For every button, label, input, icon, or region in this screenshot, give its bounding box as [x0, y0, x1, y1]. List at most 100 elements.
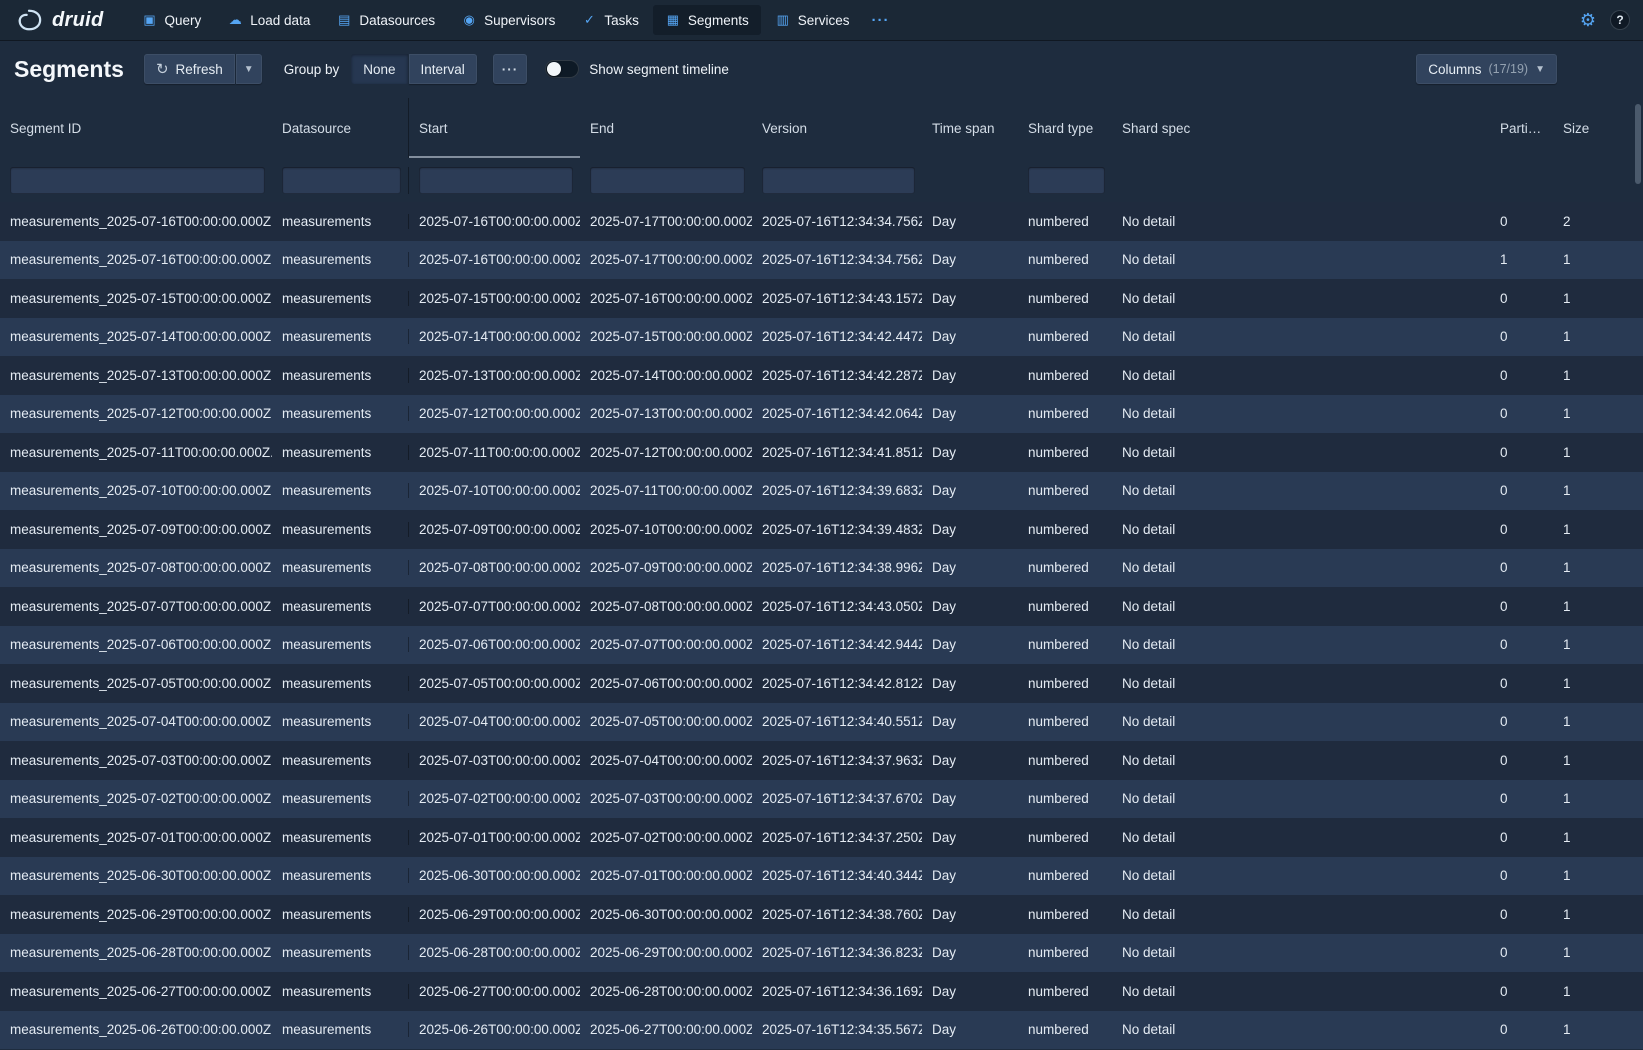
- nav-item-segments[interactable]: ▦ Segments: [653, 5, 761, 35]
- version-filter-input[interactable]: [762, 167, 915, 194]
- cell-time_span: Day: [922, 406, 1018, 421]
- shard_type-filter-input[interactable]: [1028, 167, 1105, 194]
- cell-time_span: Day: [922, 291, 1018, 306]
- column-header-size[interactable]: Size: [1553, 98, 1643, 158]
- table-row[interactable]: measurements_2025-07-04T00:00:00.000Z...…: [0, 703, 1643, 742]
- segments-table: Segment IDDatasourceStartEndVersionTime …: [0, 98, 1643, 1049]
- filter-cell-shard_type: [1018, 167, 1112, 194]
- cell-start: 2025-07-04T00:00:00.000Z: [408, 714, 580, 729]
- cell-start: 2025-06-29T00:00:00.000Z: [408, 907, 580, 922]
- table-row[interactable]: measurements_2025-06-28T00:00:00.000Z...…: [0, 934, 1643, 973]
- cell-time_span: Day: [922, 1022, 1018, 1037]
- cell-version: 2025-07-16T12:34:42.064Z: [752, 406, 922, 421]
- cell-shard_type: numbered: [1018, 329, 1112, 344]
- table-row[interactable]: measurements_2025-07-16T00:00:00.000Z...…: [0, 202, 1643, 241]
- table-row[interactable]: measurements_2025-07-02T00:00:00.000Z...…: [0, 780, 1643, 819]
- cell-segment_id: measurements_2025-07-15T00:00:00.000Z...: [0, 291, 272, 306]
- cell-shard_spec: No detail: [1112, 714, 1490, 729]
- segment-timeline-toggle[interactable]: [545, 60, 579, 78]
- settings-gear-icon[interactable]: ⚙: [1580, 11, 1596, 29]
- cell-partition: 0: [1490, 945, 1553, 960]
- group-by-none-button[interactable]: None: [351, 54, 407, 84]
- table-row[interactable]: measurements_2025-07-13T00:00:00.000Z...…: [0, 356, 1643, 395]
- table-row[interactable]: measurements_2025-06-27T00:00:00.000Z...…: [0, 972, 1643, 1011]
- cell-shard_spec: No detail: [1112, 368, 1490, 383]
- table-row[interactable]: measurements_2025-06-30T00:00:00.000Z...…: [0, 857, 1643, 896]
- column-header-time_span[interactable]: Time span: [922, 98, 1018, 158]
- column-header-end[interactable]: End: [580, 98, 752, 158]
- column-header-start[interactable]: Start: [408, 98, 580, 158]
- table-row[interactable]: measurements_2025-07-14T00:00:00.000Z...…: [0, 318, 1643, 357]
- refresh-dropdown-button[interactable]: ▼: [236, 54, 262, 84]
- table-row[interactable]: measurements_2025-07-07T00:00:00.000Z...…: [0, 587, 1643, 626]
- table-row[interactable]: measurements_2025-07-15T00:00:00.000Z...…: [0, 279, 1643, 318]
- datasource-filter-input[interactable]: [282, 167, 401, 194]
- column-header-segment_id[interactable]: Segment ID: [0, 98, 272, 158]
- cell-datasource: measurements: [272, 714, 408, 729]
- cell-version: 2025-07-16T12:34:42.812Z: [752, 676, 922, 691]
- vertical-scrollbar-thumb[interactable]: [1635, 104, 1641, 184]
- help-icon[interactable]: ?: [1611, 11, 1629, 29]
- table-row[interactable]: measurements_2025-07-01T00:00:00.000Z...…: [0, 818, 1643, 857]
- start-filter-input[interactable]: [419, 167, 573, 194]
- segments-icon: ▦: [665, 12, 681, 28]
- nav-item-tasks[interactable]: ✓Tasks: [569, 5, 651, 35]
- cell-time_span: Day: [922, 637, 1018, 652]
- table-row[interactable]: measurements_2025-06-26T00:00:00.000Z...…: [0, 1011, 1643, 1050]
- table-body: measurements_2025-07-16T00:00:00.000Z...…: [0, 202, 1643, 1049]
- column-header-shard_spec[interactable]: Shard spec: [1112, 98, 1490, 158]
- nav-item-label: Segments: [688, 13, 749, 28]
- table-row[interactable]: measurements_2025-07-10T00:00:00.000Z...…: [0, 472, 1643, 511]
- cell-size: 1: [1553, 753, 1643, 768]
- cell-time_span: Day: [922, 599, 1018, 614]
- refresh-icon: ↻: [156, 60, 169, 78]
- table-row[interactable]: measurements_2025-07-16T00:00:00.000Z...…: [0, 241, 1643, 280]
- refresh-button[interactable]: ↻ Refresh: [144, 54, 235, 84]
- cell-version: 2025-07-16T12:34:42.944Z: [752, 637, 922, 652]
- cell-segment_id: measurements_2025-06-30T00:00:00.000Z...: [0, 868, 272, 883]
- table-row[interactable]: measurements_2025-07-03T00:00:00.000Z...…: [0, 741, 1643, 780]
- cell-shard_spec: No detail: [1112, 291, 1490, 306]
- table-row[interactable]: measurements_2025-07-11T00:00:00.000Z...…: [0, 433, 1643, 472]
- group-by-label: Group by: [284, 62, 340, 77]
- nav-item-datasources[interactable]: ▤Datasources: [324, 5, 447, 35]
- cell-start: 2025-07-10T00:00:00.000Z: [408, 483, 580, 498]
- navbar-right: ⚙ ?: [1580, 11, 1629, 29]
- nav-item-services[interactable]: ▥Services: [763, 5, 862, 35]
- chevron-down-icon: ▼: [1535, 64, 1545, 75]
- cell-time_span: Day: [922, 368, 1018, 383]
- group-by-interval-button[interactable]: Interval: [409, 54, 477, 84]
- column-header-shard_type[interactable]: Shard type: [1018, 98, 1112, 158]
- table-row[interactable]: measurements_2025-07-12T00:00:00.000Z...…: [0, 395, 1643, 434]
- cell-start: 2025-06-26T00:00:00.000Z: [408, 1022, 580, 1037]
- column-header-partition[interactable]: Partition: [1490, 98, 1553, 158]
- filter-cell-version: [752, 167, 922, 194]
- page-header: Segments ↻ Refresh ▼ Group by NoneInterv…: [0, 40, 1643, 98]
- table-row[interactable]: measurements_2025-06-29T00:00:00.000Z...…: [0, 895, 1643, 934]
- cell-partition: 0: [1490, 214, 1553, 229]
- cell-size: 1: [1553, 791, 1643, 806]
- table-row[interactable]: measurements_2025-07-09T00:00:00.000Z...…: [0, 510, 1643, 549]
- cell-segment_id: measurements_2025-06-26T00:00:00.000Z...: [0, 1022, 272, 1037]
- cell-partition: 0: [1490, 1022, 1553, 1037]
- nav-item-query[interactable]: ▣Query: [130, 5, 214, 35]
- columns-button[interactable]: Columns (17/19) ▼: [1416, 54, 1557, 84]
- nav-item-supervisors[interactable]: ◉Supervisors: [449, 5, 567, 35]
- cell-end: 2025-07-17T00:00:00.000Z: [580, 252, 752, 267]
- column-header-datasource[interactable]: Datasource: [272, 98, 408, 158]
- end-filter-input[interactable]: [590, 167, 745, 194]
- cell-version: 2025-07-16T12:34:36.823Z: [752, 945, 922, 960]
- nav-more-button[interactable]: ···: [861, 5, 899, 36]
- brand[interactable]: druid: [14, 7, 104, 33]
- cell-start: 2025-07-09T00:00:00.000Z: [408, 522, 580, 537]
- more-options-button[interactable]: ···: [493, 54, 528, 84]
- segment_id-filter-input[interactable]: [10, 167, 265, 194]
- cell-partition: 0: [1490, 522, 1553, 537]
- table-row[interactable]: measurements_2025-07-08T00:00:00.000Z...…: [0, 549, 1643, 588]
- column-header-version[interactable]: Version: [752, 98, 922, 158]
- table-row[interactable]: measurements_2025-07-06T00:00:00.000Z...…: [0, 626, 1643, 665]
- table-row[interactable]: measurements_2025-07-05T00:00:00.000Z...…: [0, 664, 1643, 703]
- nav-item-load-data[interactable]: ☁Load data: [215, 5, 322, 35]
- filter-cell-datasource: [272, 167, 408, 194]
- cell-time_span: Day: [922, 945, 1018, 960]
